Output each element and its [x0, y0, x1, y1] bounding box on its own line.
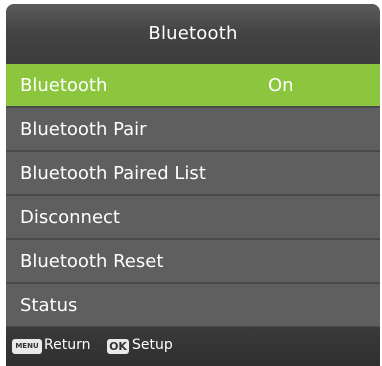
menu-item-label: Status [20, 295, 78, 316]
menu-item-status[interactable]: Status [6, 284, 380, 326]
menu-item-label: Bluetooth [20, 75, 108, 96]
menu-item-bluetooth[interactable]: Bluetooth On [6, 64, 380, 106]
menu-item-bluetooth-pair[interactable]: Bluetooth Pair [6, 108, 380, 150]
menu-item-bluetooth-reset[interactable]: Bluetooth Reset [6, 240, 380, 282]
setup-hint: Setup [132, 337, 173, 353]
menu-header: Bluetooth [6, 4, 380, 64]
menu-item-bluetooth-paired-list[interactable]: Bluetooth Paired List [6, 152, 380, 194]
bluetooth-menu-panel: Bluetooth Bluetooth On Bluetooth Pair Bl… [6, 4, 380, 366]
menu-item-label: Bluetooth Reset [20, 251, 164, 272]
menu-item-label: Disconnect [20, 207, 120, 228]
menu-list: Bluetooth On Bluetooth Pair Bluetooth Pa… [6, 64, 380, 328]
menu-item-label: Bluetooth Pair [20, 119, 147, 140]
ok-key-icon: OK [107, 339, 129, 354]
menu-item-label: Bluetooth Paired List [20, 163, 206, 184]
footer-hint-bar: MENU Return OK Setup [6, 327, 380, 366]
bluetooth-state-value: On [268, 75, 294, 96]
menu-item-disconnect[interactable]: Disconnect [6, 196, 380, 238]
return-hint: Return [44, 337, 91, 353]
menu-key-icon: MENU [12, 339, 42, 354]
page-title: Bluetooth [148, 23, 238, 44]
